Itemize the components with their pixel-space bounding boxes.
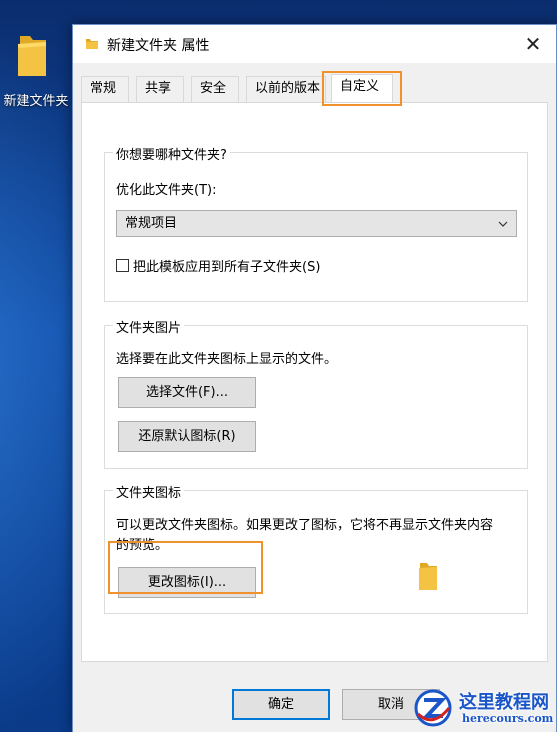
watermark: 这里教程网 herecours.com bbox=[407, 684, 557, 732]
window-title: 新建文件夹 属性 bbox=[107, 38, 210, 54]
desktop-folder-shortcut[interactable]: 新建文件夹 bbox=[0, 30, 70, 110]
apply-subfolders-checkbox[interactable]: 把此模板应用到所有子文件夹(S) bbox=[116, 256, 320, 275]
group-title: 文件夹图片 bbox=[113, 317, 185, 336]
select-value: 常规项目 bbox=[125, 216, 178, 231]
dialog-body: 常规 共享 安全 以前的版本 自定义 你想要哪种文件夹? 优化此文件夹(T): … bbox=[73, 63, 556, 732]
properties-dialog: 新建文件夹 属性 ✕ 常规 共享 安全 以前的版本 自定义 你想要哪种文件夹? … bbox=[72, 24, 557, 732]
folder-preview-icon bbox=[419, 563, 437, 590]
change-icon-button[interactable]: 更改图标(I)... bbox=[118, 567, 256, 598]
watermark-title: 这里教程网 bbox=[459, 692, 549, 713]
ok-button[interactable]: 确定 bbox=[232, 689, 330, 720]
folder-icons-group: 文件夹图标 可以更改文件夹图标。如果更改了图标，它将不再显示文件夹内容 的预览。… bbox=[104, 482, 528, 614]
folder-type-group: 你想要哪种文件夹? 优化此文件夹(T): 常规项目 把此模板应用到所有子文件夹(… bbox=[104, 144, 528, 302]
customize-panel: 你想要哪种文件夹? 优化此文件夹(T): 常规项目 把此模板应用到所有子文件夹(… bbox=[81, 102, 548, 662]
close-icon: ✕ bbox=[524, 32, 542, 56]
folder-pictures-group: 文件夹图片 选择要在此文件夹图标上显示的文件。 选择文件(F)... 还原默认图… bbox=[104, 317, 528, 469]
folder-type-select[interactable]: 常规项目 bbox=[116, 210, 517, 237]
optimize-label: 优化此文件夹(T): bbox=[116, 183, 217, 198]
tab-customize[interactable]: 自定义 bbox=[331, 74, 393, 103]
restore-default-button[interactable]: 还原默认图标(R) bbox=[118, 421, 256, 452]
desktop-icon-label: 新建文件夹 bbox=[3, 94, 69, 109]
checkbox-label: 把此模板应用到所有子文件夹(S) bbox=[133, 260, 321, 275]
site-logo-icon bbox=[414, 689, 452, 727]
watermark-url: herecours.com bbox=[462, 712, 554, 725]
folder-icon bbox=[86, 39, 98, 49]
checkbox-box[interactable] bbox=[116, 259, 129, 272]
close-button[interactable]: ✕ bbox=[510, 25, 556, 63]
chevron-down-icon bbox=[496, 211, 510, 236]
pictures-description: 选择要在此文件夹图标上显示的文件。 bbox=[116, 352, 338, 367]
choose-file-button[interactable]: 选择文件(F)... bbox=[118, 377, 256, 408]
group-title: 文件夹图标 bbox=[113, 482, 185, 501]
tab-general[interactable]: 常规 bbox=[81, 76, 129, 102]
tab-security[interactable]: 安全 bbox=[191, 76, 239, 102]
icons-description-line2: 的预览。 bbox=[116, 538, 169, 553]
group-title: 你想要哪种文件夹? bbox=[113, 144, 230, 163]
icons-description-line1: 可以更改文件夹图标。如果更改了图标，它将不再显示文件夹内容 bbox=[116, 518, 494, 533]
tab-sharing[interactable]: 共享 bbox=[136, 76, 184, 102]
title-bar[interactable]: 新建文件夹 属性 ✕ bbox=[73, 25, 556, 63]
folder-icon bbox=[18, 36, 46, 76]
tab-previous-versions[interactable]: 以前的版本 bbox=[246, 76, 326, 102]
